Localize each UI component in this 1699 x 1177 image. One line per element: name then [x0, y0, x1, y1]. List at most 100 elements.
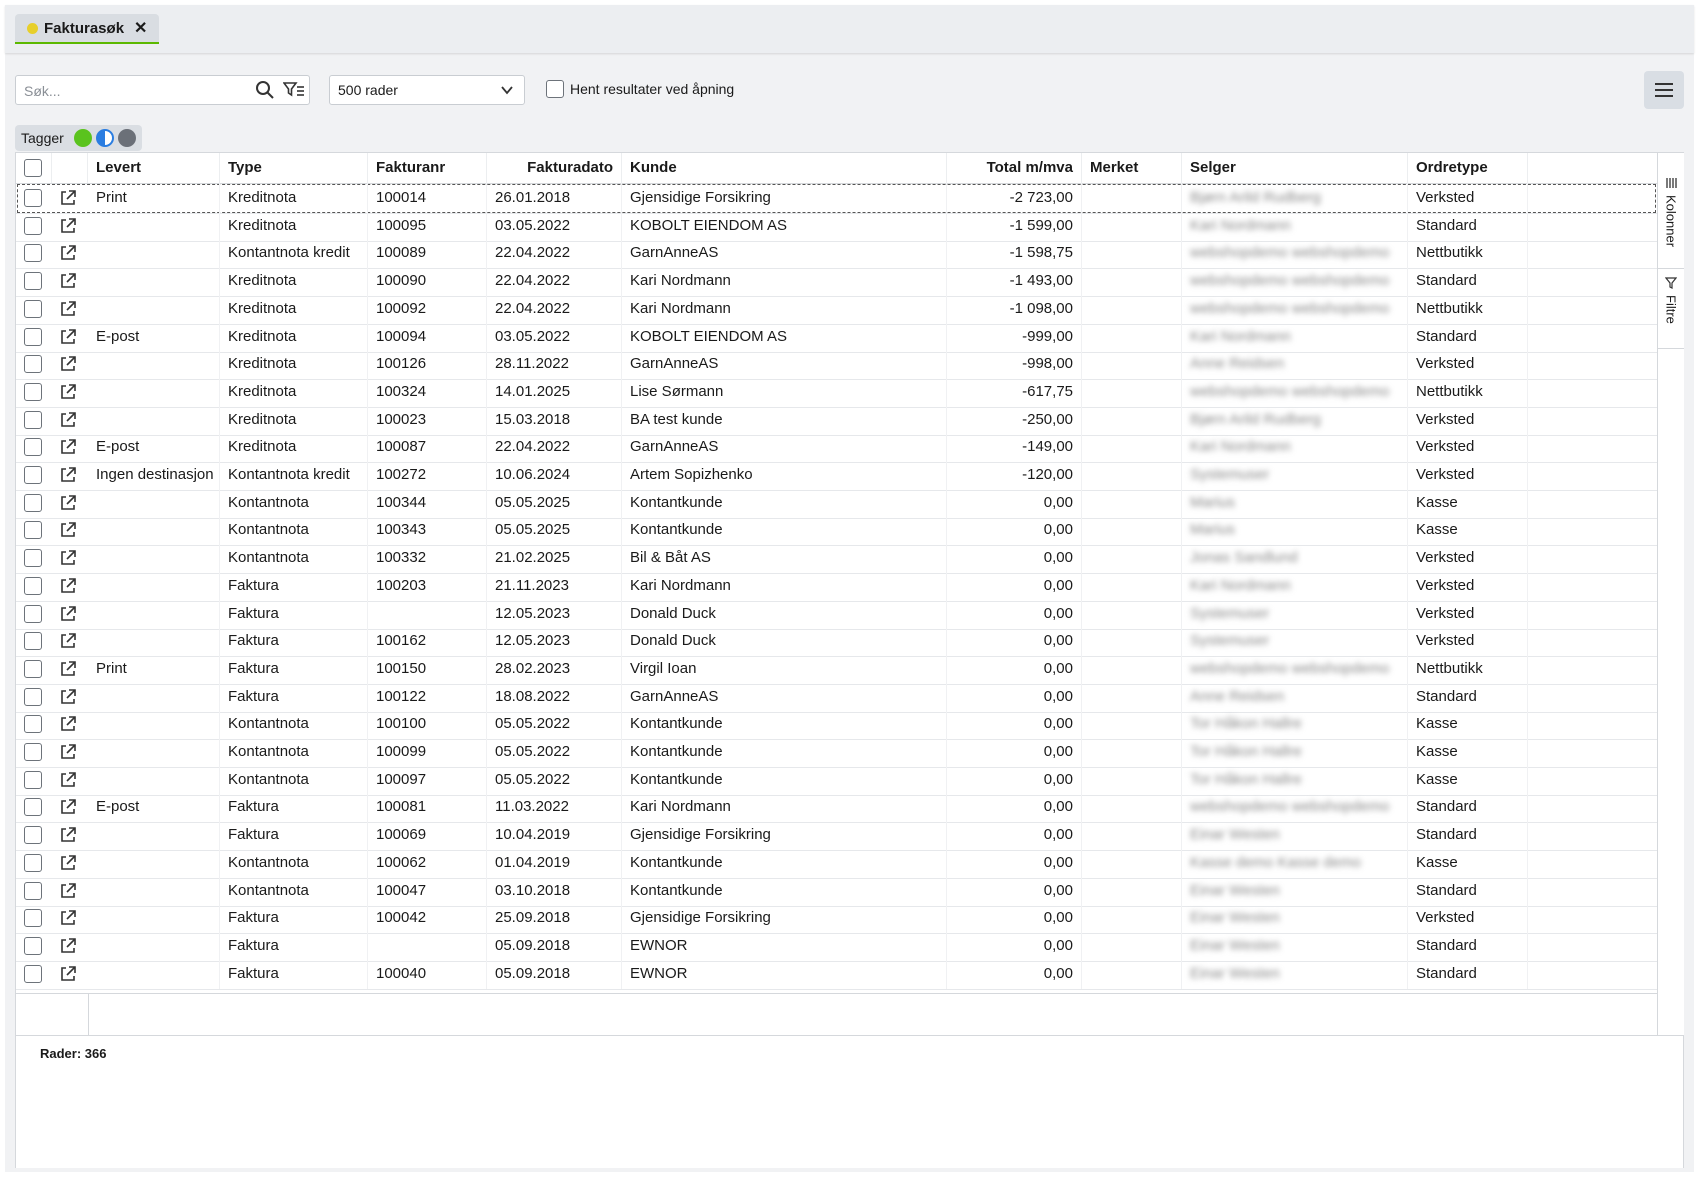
header-total[interactable]: Total m/mva: [947, 153, 1082, 183]
tag-gray-dot[interactable]: [117, 129, 136, 147]
row-checkbox[interactable]: [24, 549, 42, 568]
open-external-icon[interactable]: [59, 743, 77, 765]
row-checkbox[interactable]: [24, 382, 42, 401]
open-external-icon[interactable]: [59, 826, 77, 848]
table-row[interactable]: Kreditnota 100126 28.11.2022 GarnAnneAS -998…: [16, 349, 1657, 381]
table-row[interactable]: Faktura 12.05.2023 Donald Duck 0,00 Systemus…: [16, 598, 1657, 630]
row-checkbox[interactable]: [24, 743, 42, 761]
table-row[interactable]: E-post Faktura 100081 11.03.2022 Kari Nordma…: [16, 792, 1657, 824]
table-row[interactable]: Kreditnota 100095 03.05.2022 KOBOLT EIENDOM…: [16, 210, 1657, 242]
table-row[interactable]: Ingen destinasjon Kontantnota kredit 10027…: [16, 460, 1657, 491]
row-checkbox[interactable]: [24, 964, 42, 983]
open-external-icon[interactable]: [59, 411, 77, 433]
search-input[interactable]: [22, 80, 246, 102]
menu-button[interactable]: [1644, 71, 1684, 109]
row-checkbox[interactable]: [24, 881, 42, 900]
header-merket[interactable]: Merket: [1082, 153, 1182, 183]
table-row[interactable]: Kreditnota 100092 22.04.2022 Kari Nordmann -…: [16, 293, 1657, 325]
open-external-icon[interactable]: [59, 217, 77, 239]
table-row[interactable]: Kontantnota 100344 05.05.2025 Kontantkunde 0…: [16, 487, 1657, 519]
header-kunde[interactable]: Kunde: [622, 153, 947, 183]
row-checkbox[interactable]: [24, 466, 42, 484]
table-row[interactable]: Kontantnota 100099 05.05.2022 Kontantkunde 0…: [16, 737, 1657, 768]
row-checkbox[interactable]: [24, 659, 42, 678]
row-checkbox[interactable]: [24, 798, 42, 817]
row-checkbox[interactable]: [24, 936, 42, 955]
columns-panel-tab[interactable]: Kolonner: [1658, 169, 1684, 269]
open-external-icon[interactable]: [59, 328, 77, 350]
open-external-icon[interactable]: [59, 937, 77, 959]
row-checkbox[interactable]: [24, 272, 42, 291]
table-row[interactable]: Faktura 100162 12.05.2023 Donald Duck 0,00 Sy…: [16, 626, 1657, 658]
table-row[interactable]: Kreditnota 100023 15.03.2018 BA test kunde -…: [16, 404, 1657, 436]
table-row[interactable]: E-post Kreditnota 100094 03.05.2022 KOBOLT E…: [16, 321, 1657, 353]
row-checkbox[interactable]: [24, 216, 42, 235]
open-external-icon[interactable]: [59, 965, 77, 987]
row-checkbox[interactable]: [24, 189, 42, 207]
table-row[interactable]: Kreditnota 100324 14.01.2025 Lise Sørmann -6…: [16, 376, 1657, 408]
table-row[interactable]: Kontantnota 100062 01.04.2019 Kontantkunde 0…: [16, 847, 1657, 879]
open-external-icon[interactable]: [59, 688, 77, 710]
row-checkbox[interactable]: [24, 604, 42, 623]
filters-panel-tab[interactable]: Filtre: [1658, 269, 1684, 349]
open-external-icon[interactable]: [59, 909, 77, 931]
tab-fakturasok[interactable]: Fakturasøk ✕: [15, 14, 160, 44]
open-external-icon[interactable]: [59, 521, 77, 543]
row-checkbox[interactable]: [24, 327, 42, 346]
tab-close-icon[interactable]: ✕: [134, 18, 147, 38]
row-checkbox[interactable]: [24, 770, 42, 789]
open-external-icon[interactable]: [59, 632, 77, 654]
open-external-icon[interactable]: [59, 660, 77, 682]
open-external-icon[interactable]: [59, 244, 77, 266]
fetch-on-open-checkbox[interactable]: [546, 80, 564, 98]
open-external-icon[interactable]: [59, 355, 77, 377]
header-type[interactable]: Type: [220, 153, 368, 183]
table-row[interactable]: Kontantnota 100100 05.05.2022 Kontantkunde 0…: [16, 709, 1657, 741]
open-external-icon[interactable]: [59, 189, 77, 211]
select-all-checkbox[interactable]: [24, 159, 42, 177]
row-checkbox[interactable]: [24, 632, 42, 651]
row-checkbox[interactable]: [24, 493, 42, 512]
table-row[interactable]: Kreditnota 100090 22.04.2022 Kari Nordmann -…: [16, 266, 1657, 298]
table-row[interactable]: Faktura 100042 25.09.2018 Gjensidige Forsik…: [16, 903, 1657, 935]
open-external-icon[interactable]: [59, 466, 77, 488]
header-fakturanr[interactable]: Fakturanr: [368, 153, 487, 183]
search-icon[interactable]: [255, 80, 275, 105]
row-checkbox[interactable]: [24, 299, 42, 318]
table-row[interactable]: Print Kreditnota 100014 26.01.2018 Gjensidig…: [16, 183, 1657, 214]
header-selger[interactable]: Selger: [1182, 153, 1408, 183]
table-row[interactable]: Kontantnota kredit 100089 22.04.2022 GarnAn…: [16, 238, 1657, 270]
open-external-icon[interactable]: [59, 577, 77, 599]
open-external-icon[interactable]: [59, 882, 77, 904]
row-checkbox[interactable]: [24, 826, 42, 845]
table-row[interactable]: Faktura 100203 21.11.2023 Kari Nordmann 0,00…: [16, 570, 1657, 602]
tags-filter[interactable]: Tagger: [15, 125, 142, 151]
open-external-icon[interactable]: [59, 854, 77, 876]
table-row[interactable]: E-post Kreditnota 100087 22.04.2022 GarnAnne…: [16, 432, 1657, 464]
open-external-icon[interactable]: [59, 272, 77, 294]
open-external-icon[interactable]: [59, 798, 77, 820]
header-levert[interactable]: Levert: [88, 153, 220, 183]
table-row[interactable]: Faktura 100069 10.04.2019 Gjensidige Forsik…: [16, 820, 1657, 852]
table-row[interactable]: Faktura 05.09.2018 EWNOR 0,00 Einar Westen St…: [16, 930, 1657, 962]
row-checkbox[interactable]: [24, 715, 42, 734]
table-row[interactable]: Kontantnota 100097 05.05.2022 Kontantkunde 0…: [16, 764, 1657, 796]
open-external-icon[interactable]: [59, 300, 77, 322]
row-checkbox[interactable]: [24, 521, 42, 540]
table-row[interactable]: Kontantnota 100343 05.05.2025 Kontantkunde 0…: [16, 515, 1657, 547]
filter-list-icon[interactable]: [282, 81, 305, 104]
row-checkbox[interactable]: [24, 576, 42, 595]
table-row[interactable]: Kontantnota 100047 03.10.2018 Kontantkunde 0…: [16, 875, 1657, 907]
open-external-icon[interactable]: [59, 383, 77, 405]
open-external-icon[interactable]: [59, 605, 77, 627]
row-checkbox[interactable]: [24, 410, 42, 429]
row-checkbox[interactable]: [24, 355, 42, 374]
table-row[interactable]: Faktura 100122 18.08.2022 GarnAnneAS 0,00 Ann…: [16, 681, 1657, 713]
open-external-icon[interactable]: [59, 494, 77, 516]
tag-green-dot[interactable]: [73, 129, 92, 147]
row-checkbox[interactable]: [24, 244, 42, 263]
row-checkbox[interactable]: [24, 438, 42, 457]
open-external-icon[interactable]: [59, 438, 77, 460]
header-ordretype[interactable]: Ordretype: [1408, 153, 1528, 183]
table-row[interactable]: Kontantnota 100332 21.02.2025 Bil & Båt AS 0…: [16, 543, 1657, 575]
